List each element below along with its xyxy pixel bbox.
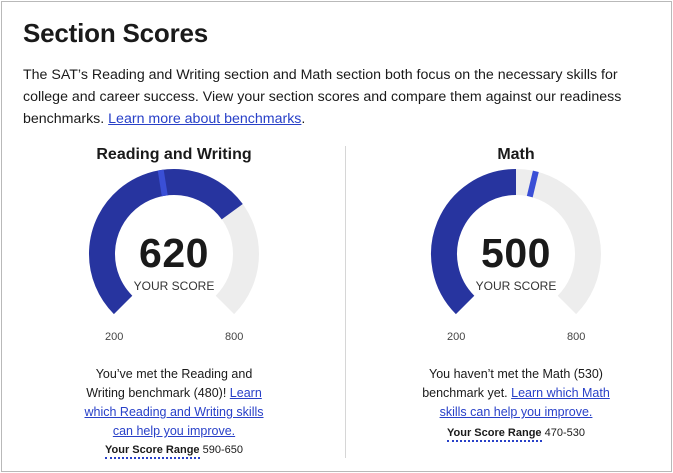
scale-min-label: 200	[105, 331, 124, 343]
score-range: Your Score Range 590-650	[14, 444, 334, 459]
scale-max-label: 800	[225, 331, 244, 343]
score-label: YOUR SCORE	[133, 279, 215, 293]
reading-writing-panel: Reading and Writing 620 YOUR SCORE 200 8…	[14, 146, 334, 466]
math-panel: Math 500 YOUR SCORE 200 800 You haven’t …	[356, 146, 673, 466]
intro-period: .	[301, 111, 306, 127]
learn-more-benchmarks-link[interactable]: Learn more about benchmarks	[108, 111, 301, 127]
benchmark-text: You’ve met the Reading and Writing bench…	[86, 367, 253, 400]
page-title: Section Scores	[23, 18, 209, 48]
benchmark-message: You haven’t met the Math (530) benchmark…	[356, 365, 673, 422]
intro-text: The SAT’s Reading and Writing section an…	[23, 64, 663, 130]
scale-min-label: 200	[447, 331, 466, 343]
section-scores-card: Section Scores The SAT’s Reading and Wri…	[1, 1, 672, 472]
score-value: 620	[139, 230, 209, 276]
score-range-label[interactable]: Your Score Range	[105, 444, 200, 459]
score-label: YOUR SCORE	[475, 279, 557, 293]
score-range-label[interactable]: Your Score Range	[447, 427, 542, 442]
benchmark-marker	[157, 169, 168, 197]
benchmark-message: You’ve met the Reading and Writing bench…	[14, 365, 334, 441]
scale-max-label: 800	[567, 331, 586, 343]
score-range: Your Score Range 470-530	[356, 427, 673, 442]
score-range-value: 470-530	[544, 427, 585, 439]
score-value: 500	[481, 230, 551, 276]
panel-divider	[345, 146, 346, 458]
score-range-value: 590-650	[202, 444, 243, 456]
